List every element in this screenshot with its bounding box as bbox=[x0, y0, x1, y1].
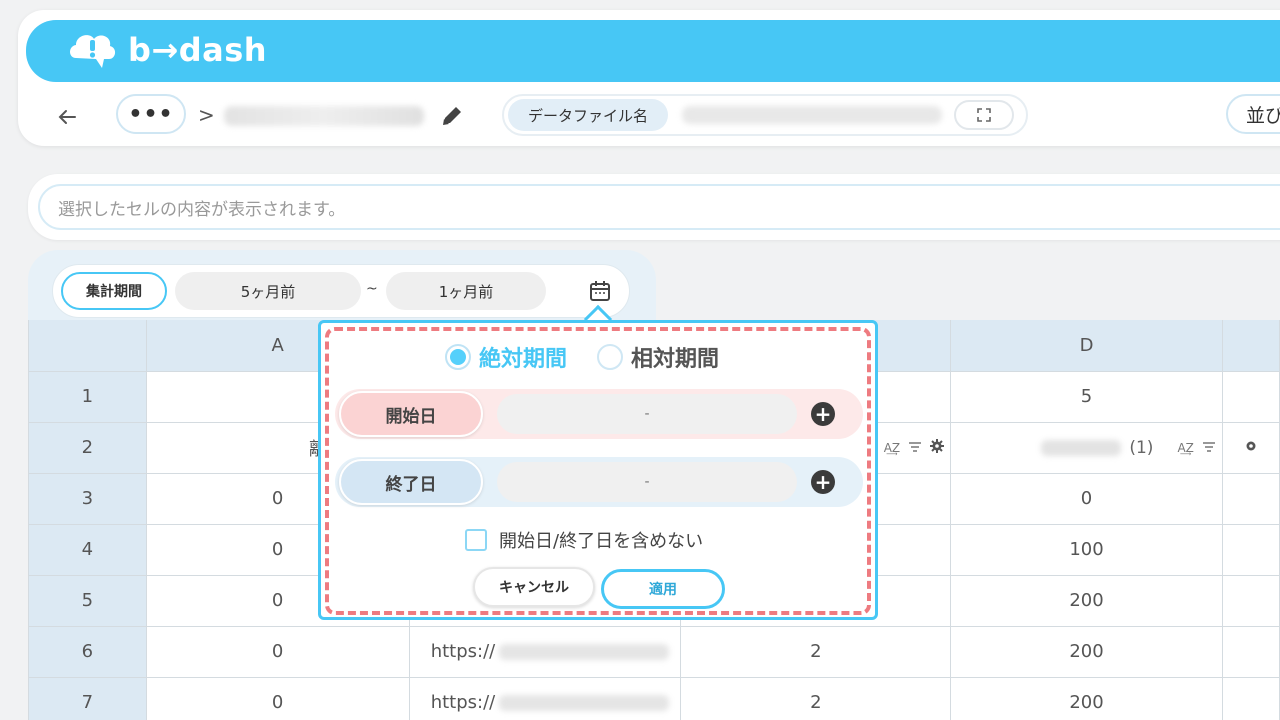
radio-selected-icon bbox=[445, 344, 471, 370]
table-cell[interactable]: 200 bbox=[950, 676, 1223, 720]
start-date-row: 開始日 - + bbox=[335, 389, 863, 439]
logo-icon bbox=[70, 35, 116, 68]
cell-content-card: 選択したセルの内容が表示されます。 bbox=[28, 174, 1280, 240]
radio-absolute-period[interactable]: 絶対期間 bbox=[445, 341, 567, 373]
period-label[interactable]: 集計期間 bbox=[61, 272, 167, 310]
url-cell[interactable]: https:// bbox=[408, 676, 682, 720]
back-arrow-icon[interactable] bbox=[56, 106, 78, 134]
file-name-blurred bbox=[682, 106, 942, 124]
url-blurred bbox=[499, 695, 670, 711]
row-header[interactable]: 1 bbox=[28, 370, 147, 423]
table-cell[interactable]: 100 bbox=[950, 523, 1223, 576]
radio-absolute-label: 絶対期間 bbox=[479, 347, 568, 372]
period-to[interactable]: 1ヶ月前 bbox=[386, 272, 546, 310]
end-date-field[interactable]: - bbox=[497, 462, 797, 502]
table-cell[interactable]: 200 bbox=[950, 574, 1223, 627]
end-date-row: 終了日 - + bbox=[335, 457, 863, 507]
url-prefix: https:// bbox=[430, 692, 496, 713]
period-tilde: ~ bbox=[366, 281, 378, 297]
exclude-dates-label: 開始日/終了日を含めない bbox=[499, 531, 704, 552]
calendar-button[interactable] bbox=[581, 272, 619, 310]
gear-icon[interactable] bbox=[1244, 437, 1258, 458]
table-cell[interactable]: 2 bbox=[680, 676, 952, 720]
row-header[interactable]: 3 bbox=[28, 472, 147, 525]
cancel-button[interactable]: キャンセル bbox=[473, 567, 595, 607]
aggregation-period-group: 集計期間 5ヶ月前 ~ 1ヶ月前 bbox=[52, 264, 630, 318]
exclude-dates-option[interactable]: 開始日/終了日を含めない bbox=[465, 527, 703, 553]
start-date-label: 開始日 bbox=[339, 391, 483, 437]
table-cell[interactable]: 2 bbox=[680, 625, 952, 678]
sort-az-icon[interactable]: A͢Z bbox=[1177, 441, 1193, 455]
expand-icon bbox=[977, 108, 991, 122]
sort-az-icon[interactable]: A͢Z bbox=[884, 441, 900, 455]
logo-text: b→dash bbox=[128, 31, 268, 69]
url-blurred bbox=[499, 644, 670, 660]
radio-relative-label: 相対期間 bbox=[631, 347, 720, 372]
exclude-dates-checkbox[interactable] bbox=[465, 529, 487, 551]
table-cell[interactable] bbox=[1221, 676, 1280, 720]
table-cell[interactable] bbox=[1221, 523, 1280, 576]
row-header[interactable]: 2 bbox=[28, 421, 147, 474]
filter-icon[interactable] bbox=[1202, 438, 1216, 458]
table-cell[interactable] bbox=[1221, 370, 1280, 423]
expand-button[interactable] bbox=[954, 100, 1014, 130]
logo[interactable]: b→dash bbox=[66, 28, 267, 72]
header-cell-e[interactable] bbox=[1221, 421, 1280, 474]
header-card: b→dash ••• > データファイル名 並び bbox=[18, 10, 1280, 146]
table-cell[interactable] bbox=[1221, 574, 1280, 627]
start-date-field[interactable]: - bbox=[497, 394, 797, 434]
url-cell[interactable]: https:// bbox=[408, 625, 682, 678]
period-type-radio-group: 絶対期間 相対期間 bbox=[445, 341, 719, 373]
filter-icon[interactable] bbox=[908, 438, 922, 458]
sort-button[interactable]: 並び bbox=[1226, 94, 1280, 134]
row-header[interactable]: 4 bbox=[28, 523, 147, 576]
period-from[interactable]: 5ヶ月前 bbox=[175, 272, 361, 310]
apply-button[interactable]: 適用 bbox=[601, 569, 725, 609]
file-name-group: データファイル名 bbox=[502, 94, 1028, 136]
breadcrumb-separator: > bbox=[198, 103, 215, 127]
more-button[interactable]: ••• bbox=[116, 94, 186, 134]
column-header-d[interactable]: D bbox=[950, 320, 1223, 372]
brand-bar: b→dash bbox=[26, 20, 1280, 82]
gear-icon[interactable] bbox=[930, 438, 945, 458]
table-cell[interactable]: 0 bbox=[145, 676, 410, 720]
date-range-popover: 絶対期間 相対期間 開始日 - + 終了日 - + 開始日/終了日を含めない キ… bbox=[318, 320, 878, 620]
add-start-date-icon[interactable]: + bbox=[811, 402, 835, 426]
radio-unselected-icon bbox=[597, 344, 624, 370]
pencil-icon[interactable] bbox=[439, 103, 465, 133]
corner-cell bbox=[28, 320, 147, 372]
calendar-icon bbox=[590, 281, 610, 301]
header-d-suffix: (1) bbox=[1129, 437, 1154, 458]
table-cell[interactable]: 200 bbox=[950, 625, 1223, 678]
add-end-date-icon[interactable]: + bbox=[811, 470, 835, 494]
row-header[interactable]: 6 bbox=[28, 625, 147, 678]
breadcrumb-blurred bbox=[224, 106, 424, 126]
table-cell[interactable]: 0 bbox=[145, 625, 410, 678]
header-cell-d[interactable]: (1) A͢Z bbox=[950, 421, 1223, 474]
end-date-label: 終了日 bbox=[339, 459, 483, 505]
table-cell[interactable] bbox=[1221, 472, 1280, 525]
file-name-label: データファイル名 bbox=[508, 99, 668, 131]
table-cell[interactable]: 5 bbox=[950, 370, 1223, 423]
cell-content-display[interactable]: 選択したセルの内容が表示されます。 bbox=[38, 184, 1280, 230]
table-cell[interactable]: 0 bbox=[950, 472, 1223, 525]
column-header-e[interactable] bbox=[1221, 320, 1280, 372]
radio-relative-period[interactable]: 相対期間 bbox=[597, 341, 719, 373]
row-header[interactable]: 5 bbox=[28, 574, 147, 627]
header-d-blurred bbox=[1041, 439, 1122, 456]
table-row: 7 0 https:// 2 200 bbox=[28, 676, 1280, 720]
table-row: 6 0 https:// 2 200 bbox=[28, 625, 1280, 678]
url-prefix: https:// bbox=[430, 641, 496, 662]
table-cell[interactable] bbox=[1221, 625, 1280, 678]
row-header[interactable]: 7 bbox=[28, 676, 147, 720]
